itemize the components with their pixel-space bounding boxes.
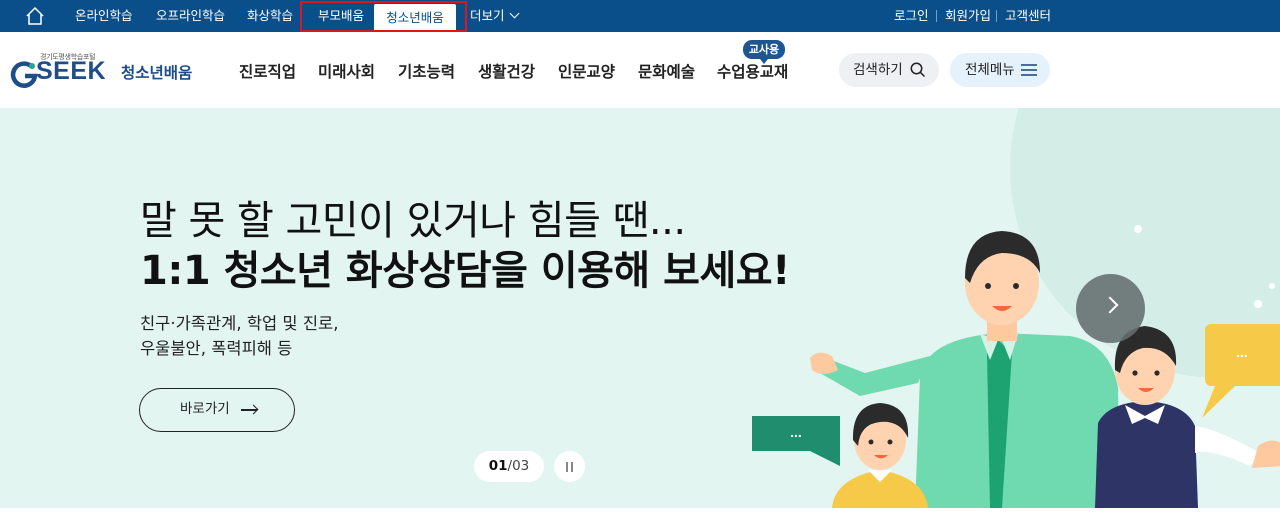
logo-subtitle[interactable]: 청소년배움	[121, 61, 192, 83]
chat-bubble-right: ...	[1202, 324, 1280, 418]
customer-center-link[interactable]: 고객센터	[1005, 0, 1051, 32]
gnb-humanities[interactable]: 인문교양	[558, 60, 615, 82]
search-button[interactable]: 검색하기	[839, 53, 939, 87]
divider	[936, 10, 937, 22]
header: 경기도평생학습포털 SEEK 청소년배움 진로직업 미래사회 기초능력 생활건강…	[0, 32, 1280, 108]
gnb-future[interactable]: 미래사회	[318, 60, 375, 82]
chat-bubble-right-text: ...	[1236, 344, 1248, 360]
search-label: 검색하기	[853, 62, 903, 78]
topnav-more[interactable]: 더보기	[470, 0, 519, 32]
home-icon[interactable]	[25, 6, 45, 26]
arrow-right-icon	[241, 409, 257, 411]
login-link[interactable]: 로그인	[894, 0, 929, 32]
chevron-right-icon	[1101, 296, 1119, 314]
girl-figure	[832, 403, 928, 508]
hero-desc-line2: 우울불안, 폭력피해 등	[140, 339, 293, 358]
all-menu-label: 전체메뉴	[965, 62, 1015, 78]
divider	[996, 10, 997, 22]
chevron-down-icon	[509, 8, 519, 19]
gnb-textbook[interactable]: 수업용교재	[717, 60, 788, 82]
slide-pager: 01/03	[474, 451, 544, 482]
gnb-culture[interactable]: 문화예술	[638, 60, 695, 82]
pause-button[interactable]	[554, 451, 585, 482]
counseling-illustration: ... ...	[752, 225, 1280, 508]
hero-desc-line1: 친구·가족관계, 학업 및 진로,	[140, 314, 339, 333]
topnav-video[interactable]: 화상학습	[247, 0, 293, 32]
signup-link[interactable]: 회원가입	[945, 0, 991, 32]
all-menu-button[interactable]: 전체메뉴	[950, 53, 1050, 87]
chat-bubble-left-text: ...	[790, 424, 802, 440]
pager-current: 01	[488, 458, 508, 474]
go-button[interactable]: 바로가기	[139, 388, 295, 432]
gnb-basic[interactable]: 기초능력	[398, 60, 455, 82]
topnav-offline[interactable]: 오프라인학습	[156, 0, 225, 32]
search-icon	[910, 62, 926, 78]
chat-bubble-left: ...	[752, 416, 840, 466]
hero-banner: 말 못 할 고민이 있거나 힘들 땐... 1:1 청소년 화상상담을 이용해 …	[0, 108, 1280, 508]
go-label: 바로가기	[180, 401, 230, 417]
pager-total: /03	[507, 458, 530, 474]
adult-figure	[810, 231, 1120, 508]
content-divider	[0, 508, 1280, 517]
teacher-badge: 교사용	[743, 40, 785, 64]
next-slide-button[interactable]	[1076, 274, 1145, 343]
hamburger-icon	[1021, 64, 1037, 76]
topnav-online[interactable]: 온라인학습	[75, 0, 133, 32]
hero-title-line2: 1:1 청소년 화상상담을 이용해 보세요!	[140, 248, 790, 294]
logo-text[interactable]: SEEK	[36, 57, 106, 86]
gnb-health[interactable]: 생활건강	[478, 60, 535, 82]
top-bar: 온라인학습 오프라인학습 화상학습 부모배움 청소년배움 더보기 로그인 회원가…	[0, 0, 1280, 32]
logo-g-icon[interactable]	[10, 60, 38, 88]
gnb-career[interactable]: 진로직업	[239, 60, 296, 82]
more-label: 더보기	[470, 8, 505, 23]
topnav-parents[interactable]: 부모배움	[318, 0, 364, 32]
sparkle-icon	[1134, 225, 1275, 308]
topnav-youth-active[interactable]: 청소년배움	[374, 4, 456, 32]
